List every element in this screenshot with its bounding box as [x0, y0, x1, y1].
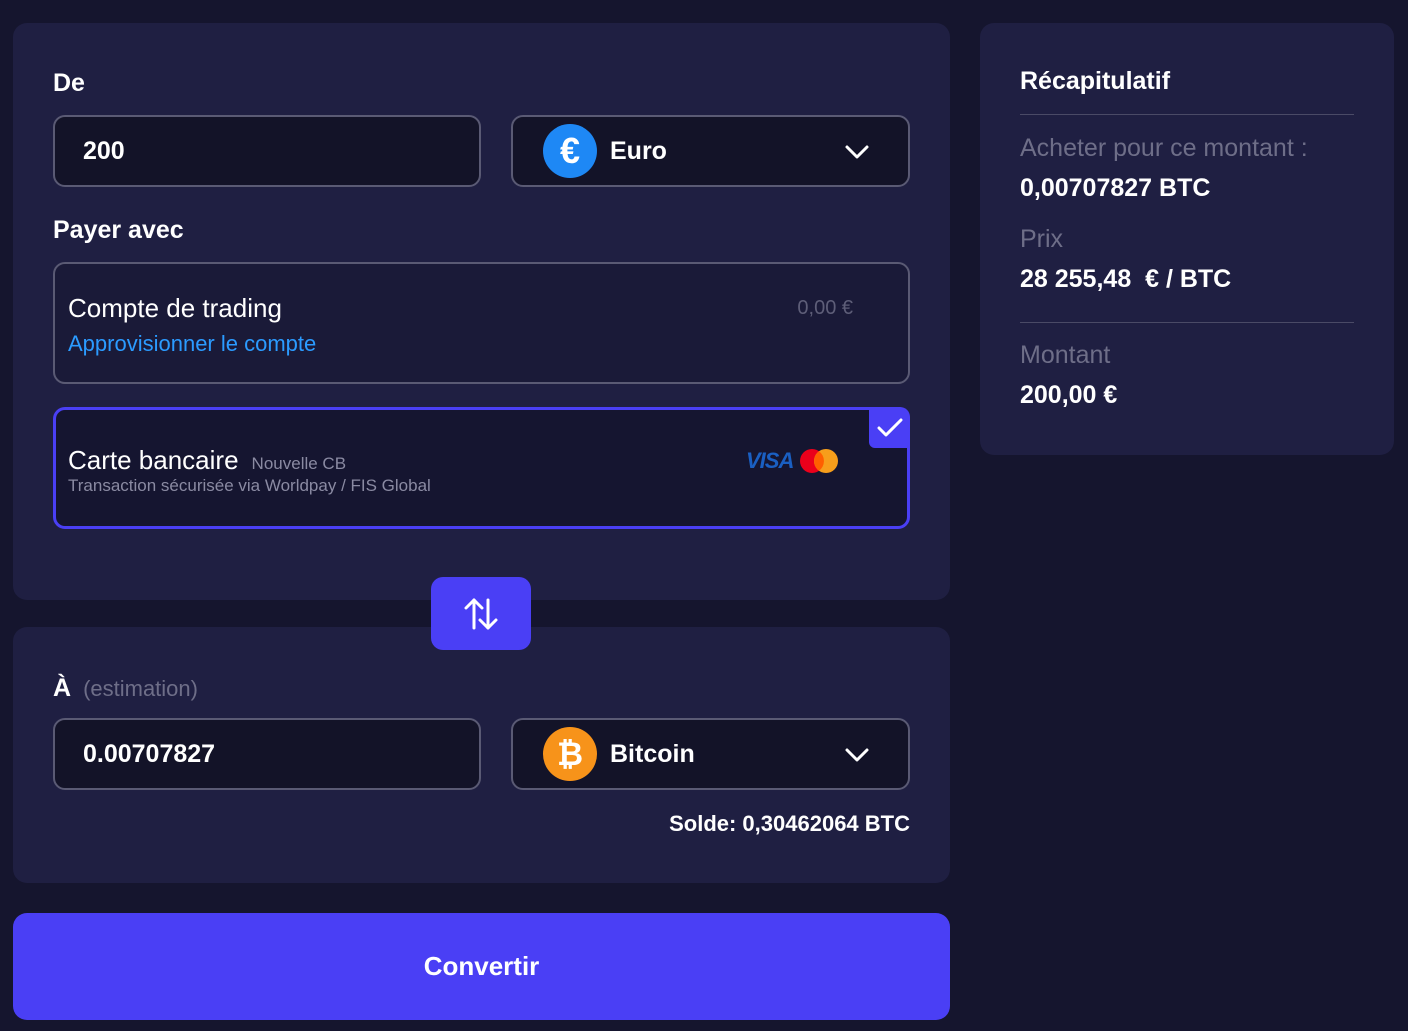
swap-arrows-icon [464, 598, 498, 629]
check-icon [877, 418, 902, 436]
to-currency-name: Bitcoin [610, 739, 695, 768]
pay-option-bank-card[interactable]: Carte bancaire Nouvelle CB Transaction s… [53, 407, 910, 529]
price-value: 28 255,48 € / BTC [1020, 265, 1232, 293]
summary-title: Récapitulatif [1020, 67, 1171, 95]
euro-icon: € [543, 124, 597, 178]
bitcoin-icon: ₿ [543, 727, 597, 781]
card-brands: VISA [746, 447, 842, 475]
from-label: De [53, 69, 85, 97]
fund-account-link[interactable]: Approvisionner le compte [68, 331, 316, 357]
to-label: À [53, 674, 72, 702]
bitcoin-symbol: ₿ [556, 735, 584, 772]
to-amount-value: 0.00707827 [83, 739, 216, 768]
total-amount-label: Montant [1020, 341, 1111, 369]
summary-divider [1020, 322, 1354, 323]
convert-button[interactable]: Convertir [13, 913, 950, 1020]
new-card-tag: Nouvelle CB [251, 454, 347, 473]
chevron-down-icon [845, 748, 869, 762]
bank-card-subtitle: Transaction sécurisée via Worldpay / FIS… [68, 476, 431, 495]
swap-button[interactable] [431, 577, 531, 650]
pay-option-trading-account[interactable]: Compte de trading Approvisionner le comp… [53, 262, 910, 384]
from-card: De 200 € Euro Payer avec Compte de tradi… [13, 23, 950, 600]
to-balance: Solde: 0,30462064 BTC [669, 811, 910, 836]
pay-with-label: Payer avec [53, 216, 184, 244]
trading-account-title: Compte de trading [68, 293, 282, 323]
chevron-down-icon [845, 145, 869, 159]
from-currency-select[interactable]: € Euro [511, 115, 910, 187]
buy-amount-label: Acheter pour ce montant : [1020, 134, 1308, 162]
to-amount-input[interactable]: 0.00707827 [53, 718, 481, 790]
mastercard-icon [800, 449, 839, 473]
from-currency-name: Euro [610, 136, 667, 165]
summary-divider [1020, 114, 1354, 115]
convert-page: De 200 € Euro Payer avec Compte de tradi… [0, 0, 1408, 1031]
to-estimation-hint: (estimation) [83, 676, 198, 701]
bank-card-title: Carte bancaire [68, 445, 239, 475]
selected-check-badge [869, 407, 910, 448]
buy-amount-value: 0,00707827 BTC [1020, 174, 1211, 202]
summary-card: Récapitulatif Acheter pour ce montant : … [980, 23, 1394, 455]
price-label: Prix [1020, 225, 1064, 253]
to-currency-select[interactable]: ₿ Bitcoin [511, 718, 910, 790]
euro-symbol: € [559, 130, 581, 171]
trading-account-balance: 0,00 € [797, 297, 853, 319]
visa-logo: VISA [746, 448, 794, 473]
total-amount-value: 200,00 € [1020, 381, 1118, 409]
from-amount-input[interactable]: 200 [53, 115, 481, 187]
from-amount-value: 200 [83, 136, 125, 165]
to-card: À (estimation) 0.00707827 ₿ Bitcoin Sold… [13, 627, 950, 883]
